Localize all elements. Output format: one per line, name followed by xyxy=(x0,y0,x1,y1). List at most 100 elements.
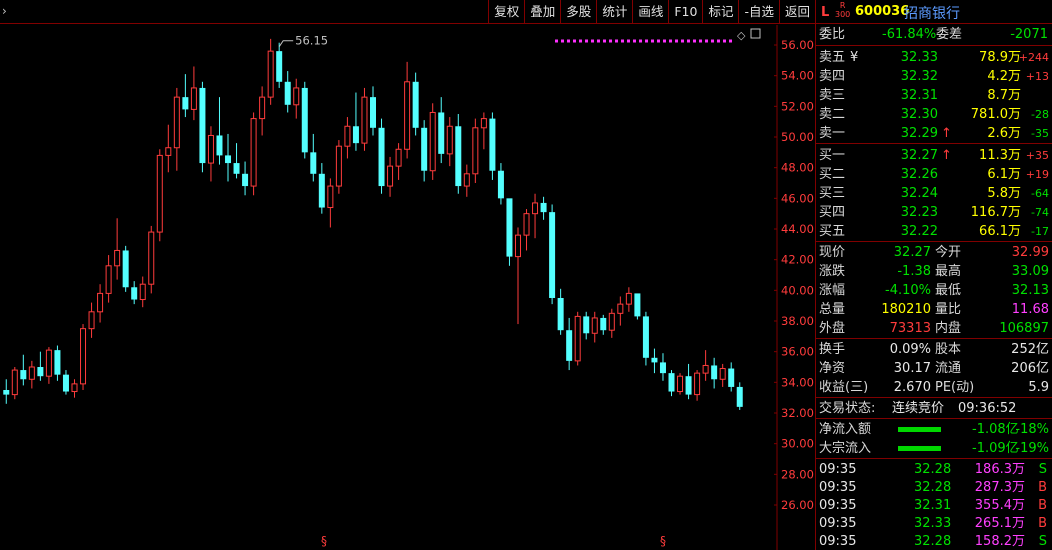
candle-body xyxy=(489,118,496,171)
candle-body xyxy=(216,135,223,156)
candle-body xyxy=(37,367,44,377)
candle xyxy=(352,92,359,151)
kline-chart-svg[interactable]: ◇ 56.00 54.00 52.00 50.00 48.00 46.00 44.00 42.0… xyxy=(0,25,815,550)
quote-label: 涨幅 xyxy=(819,283,846,298)
order-change: -64 xyxy=(1031,187,1049,200)
tick-side: S xyxy=(1038,534,1047,549)
stat-label: 换手 xyxy=(819,342,846,357)
tick-row: 09:35 32.28 158.2 万 S xyxy=(816,533,1052,550)
candle-body xyxy=(310,152,317,174)
buy-row: 买三 32.24 5.8 万 -64 xyxy=(816,184,1052,203)
order-label: 卖一 xyxy=(819,126,846,141)
order-volume: 116.7 xyxy=(970,205,1008,220)
candle xyxy=(438,97,445,164)
quote-value: 11.68 xyxy=(1011,302,1049,317)
candle xyxy=(335,140,342,194)
toolbar-button-1[interactable]: 叠加 xyxy=(524,0,560,23)
candle-body xyxy=(71,383,78,393)
candle xyxy=(131,281,138,305)
y-tick-label: 56.00 xyxy=(781,38,814,52)
quote-label: 内盘 xyxy=(935,321,962,336)
candle-body xyxy=(276,51,283,82)
y-tick-label: 50.00 xyxy=(781,130,814,144)
quote-value: 32.27 xyxy=(893,245,931,260)
stat-value: 5.9 xyxy=(1028,380,1049,395)
kline-chart[interactable]: ◇ 56.00 54.00 52.00 50.00 48.00 46.00 44.00 42.0… xyxy=(0,25,815,550)
candle xyxy=(156,149,163,242)
toolbar-button-8[interactable]: 返回 xyxy=(778,0,815,23)
sell-orders: 卖五 ¥32.33 78.9 万 +244 卖四 32.32 4.2 万 +13 卖三 32.31 8.… xyxy=(816,46,1052,144)
tick-unit: 万 xyxy=(1012,480,1026,495)
order-change: -74 xyxy=(1031,206,1049,219)
candle xyxy=(566,317,573,371)
candle xyxy=(28,360,35,389)
y-tick-label: 52.00 xyxy=(781,99,814,113)
toolbar-button-3[interactable]: 统计 xyxy=(596,0,632,23)
order-price: 32.27 xyxy=(900,148,938,163)
order-unit: 万 xyxy=(1008,186,1022,201)
buy-row: 买一 32.27 ↑ 11.3 万 +35 xyxy=(816,146,1052,165)
order-price: 32.29 xyxy=(900,126,938,141)
candle-body xyxy=(259,96,266,120)
candle xyxy=(182,74,189,118)
candle-body xyxy=(11,369,18,396)
toolbar-button-0[interactable]: 复权 xyxy=(488,0,524,23)
candle xyxy=(694,370,701,401)
sell-row: 卖一 32.29 ↑ 2.6 万 -35 xyxy=(816,124,1052,143)
candle xyxy=(532,193,539,239)
candle-body xyxy=(702,364,709,374)
candle-body xyxy=(719,368,726,380)
window-icon[interactable] xyxy=(750,28,761,39)
candle-body xyxy=(190,87,197,110)
toolbar-button-6[interactable]: 标记 xyxy=(702,0,738,23)
candle xyxy=(344,117,351,159)
tick-price: 32.28 xyxy=(914,462,952,477)
candle xyxy=(429,103,436,180)
stock-name: 招商银行 xyxy=(904,6,960,22)
quote-row: 涨跌 -1.38 最高 33.09 xyxy=(816,262,1052,281)
quote-summary: 现价 32.27 今开 32.99 涨跌 -1.38 最高 33.09 涨幅 -4.10% 最低 32… xyxy=(816,242,1052,339)
tick-price: 32.28 xyxy=(914,480,952,495)
y-tick-label: 48.00 xyxy=(781,161,814,175)
chart-toolbar: › 复权 叠加 多股 统计 画线 F10 标记 -自选 返回 xyxy=(0,0,815,24)
candle xyxy=(642,311,649,366)
tick-row: 09:35 32.28 186.3 万 S xyxy=(816,461,1052,479)
quote-label: 现价 xyxy=(819,245,846,260)
tick-time: 09:35 xyxy=(819,480,857,495)
candle-body xyxy=(557,298,564,331)
candle xyxy=(327,178,334,228)
candle xyxy=(378,118,385,194)
tick-list[interactable]: 09:35 32.28 186.3 万 S 09:35 32.28 287.3 万 B 09:35 3… xyxy=(816,459,1052,550)
candle-body xyxy=(549,212,556,298)
dividend-marker[interactable]: § xyxy=(321,534,327,548)
candle-body xyxy=(625,292,632,305)
candle xyxy=(139,276,146,308)
weicha-label: 委差 xyxy=(936,27,963,42)
stat-label: 净资 xyxy=(819,361,846,376)
candle xyxy=(404,61,411,159)
index-badge-r: R xyxy=(839,1,846,10)
order-label: 卖四 xyxy=(819,69,846,84)
candle-body xyxy=(105,265,112,294)
toolbar-button-2[interactable]: 多股 xyxy=(560,0,596,23)
tick-volume: 186.3 xyxy=(974,462,1012,477)
order-price: 32.24 xyxy=(900,186,938,201)
max-price-label: 56.15 xyxy=(295,34,328,48)
order-unit: 万 xyxy=(1008,148,1022,163)
diamond-icon[interactable]: ◇ xyxy=(737,29,746,42)
weibi-label: 委比 xyxy=(819,27,846,42)
toolbar-button-4[interactable]: 画线 xyxy=(632,0,668,23)
order-price: 32.31 xyxy=(900,88,938,103)
toolbar-button-5[interactable]: F10 xyxy=(668,0,702,23)
candle-body xyxy=(250,118,257,187)
order-price: 32.26 xyxy=(900,167,938,182)
dividend-marker[interactable]: § xyxy=(660,534,666,548)
candle xyxy=(455,114,462,194)
flow-value: -1.09亿 xyxy=(972,441,1019,456)
candle-body xyxy=(207,134,214,164)
toolbar-button-7[interactable]: -自选 xyxy=(738,0,779,23)
candle xyxy=(37,351,44,381)
expand-arrow-icon[interactable]: › xyxy=(2,4,7,18)
order-unit: 万 xyxy=(1008,126,1022,141)
candle-body xyxy=(267,50,274,98)
